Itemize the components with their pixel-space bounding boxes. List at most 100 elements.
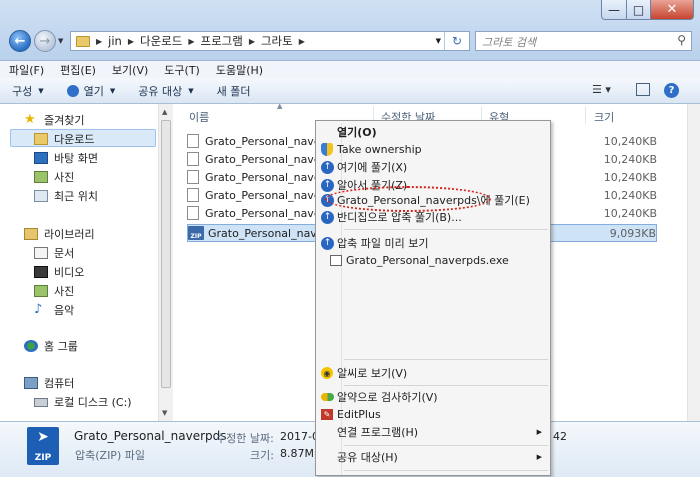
ctx-label: Grato_Personal_naverpds.exe [346, 253, 509, 267]
nav-label: 최근 위치 [54, 190, 98, 203]
sort-ascending-icon: ▲ [277, 102, 283, 110]
menu-separator [344, 385, 548, 386]
menu-separator [344, 229, 548, 230]
minimize-button[interactable]: — [601, 0, 627, 20]
file-size: 10,240KB [603, 206, 657, 220]
nav-label: 바탕 화면 [54, 152, 98, 165]
documents-icon [34, 247, 48, 259]
breadcrumb-chevron-icon[interactable]: ▶ [299, 37, 305, 46]
breadcrumb-segment[interactable]: jin [108, 34, 122, 48]
nav-pictures[interactable]: 사진 [34, 283, 74, 299]
ctx-label: 연결 프로그램(H) [337, 426, 419, 439]
organize-button[interactable]: 구성 ▼ [0, 83, 55, 99]
breadcrumb-segment[interactable]: 그라토 [261, 33, 293, 49]
details-modified-label: 수정한 날짜: [216, 432, 274, 445]
maximize-button[interactable]: □ [626, 0, 651, 20]
refresh-icon[interactable]: ↻ [444, 32, 469, 50]
nav-favorites[interactable]: ★ 즐겨찾기 [24, 112, 84, 128]
nav-label: 컴퓨터 [44, 377, 75, 390]
menu-edit[interactable]: 편집(E) [51, 62, 103, 78]
address-bar[interactable]: ▶ jin ▶ 다운로드 ▶ 프로그램 ▶ 그라토 ▶ ▼ ↻ [70, 31, 470, 51]
nav-label: 로컬 디스크 (C:) [54, 396, 132, 409]
ctx-open[interactable]: 열기(O) [318, 123, 548, 141]
details-modified-value: 2017-0 [280, 430, 319, 443]
breadcrumb-chevron-icon[interactable]: ▶ [249, 37, 255, 46]
back-button[interactable]: ← [9, 30, 31, 52]
file-icon [187, 152, 199, 166]
file-icon [187, 134, 199, 148]
bandizip-icon: ↑ [321, 160, 334, 174]
help-icon[interactable]: ? [664, 83, 679, 98]
close-button[interactable]: ✕ [650, 0, 694, 20]
nav-label: 사진 [54, 171, 75, 184]
dropdown-icon: ▼ [109, 86, 116, 95]
breadcrumb-segment[interactable]: 프로그램 [200, 33, 242, 49]
nav-scrollbar[interactable]: ▲ ▼ [158, 104, 174, 421]
homegroup-icon [24, 340, 38, 352]
new-folder-button[interactable]: 새 폴더 [205, 83, 262, 99]
star-icon: ★ [24, 112, 36, 127]
address-dropdown-icon[interactable]: ▼ [436, 37, 441, 45]
forward-button[interactable]: → [34, 30, 56, 52]
nav-downloads[interactable]: 다운로드 [34, 131, 94, 147]
menu-tools[interactable]: 도구(T) [155, 62, 207, 78]
preview-pane-icon[interactable] [636, 83, 650, 96]
share-with-button[interactable]: 공유 대상 ▼ [126, 83, 204, 99]
submenu-arrow-icon: ▶ [536, 453, 542, 461]
history-dropdown-icon[interactable]: ▼ [58, 37, 63, 45]
ctx-extract-here[interactable]: ↑ 여기에 풀기(X) [318, 158, 548, 176]
menu-help[interactable]: 도움말(H) [207, 62, 270, 78]
nav-local-disk[interactable]: 로컬 디스크 (C:) [34, 394, 132, 410]
column-name[interactable]: 이름 [189, 109, 209, 125]
nav-pictures-fav[interactable]: 사진 [34, 169, 74, 185]
nav-desktop[interactable]: 바탕 화면 [34, 150, 98, 166]
breadcrumb-chevron-icon[interactable]: ▶ [96, 37, 102, 46]
ctx-open-with[interactable]: 연결 프로그램(H) ▶ [318, 423, 548, 441]
scroll-up-icon[interactable]: ▲ [162, 108, 167, 116]
ctx-preview[interactable]: ↑ 압축 파일 미리 보기 [318, 234, 548, 252]
breadcrumb-chevron-icon[interactable]: ▶ [188, 37, 194, 46]
breadcrumb-segment[interactable]: 다운로드 [140, 33, 182, 49]
ctx-take-ownership[interactable]: Take ownership [318, 140, 548, 158]
nav-homegroup[interactable]: 홈 그룹 [24, 338, 78, 354]
library-icon [24, 228, 38, 240]
ctx-scan[interactable]: 알약으로 검사하기(V) [318, 388, 548, 406]
column-size[interactable]: 크기 [594, 109, 614, 125]
menu-file[interactable]: 파일(F) [0, 62, 51, 78]
view-options-icon[interactable]: ☰ ▾ [592, 83, 611, 96]
scroll-down-icon[interactable]: ▼ [162, 409, 167, 417]
ctx-label: EditPlus [337, 407, 381, 421]
breadcrumb-chevron-icon[interactable]: ▶ [128, 37, 134, 46]
ctx-label: 알씨로 보기(V) [337, 367, 408, 380]
scrollbar-thumb[interactable] [161, 120, 171, 388]
new-folder-label: 새 폴더 [216, 84, 251, 98]
ctx-alzip-view[interactable]: ◉ 알씨로 보기(V) [318, 364, 548, 382]
nav-computer[interactable]: 컴퓨터 [24, 375, 74, 391]
nav-documents[interactable]: 문서 [34, 245, 74, 261]
ctx-editplus[interactable]: ✎ EditPlus [318, 405, 548, 423]
exe-icon [330, 254, 342, 266]
nav-videos[interactable]: 비디오 [34, 264, 84, 280]
ctx-preview-file[interactable]: Grato_Personal_naverpds.exe [318, 251, 548, 269]
search-input[interactable]: 그라토 검색 ⚲ [475, 31, 692, 51]
nav-libraries[interactable]: 라이브러리 [24, 226, 95, 242]
file-size: 10,240KB [603, 134, 657, 148]
nav-label: 음악 [54, 304, 75, 317]
nav-music[interactable]: ♪ 음악 [34, 302, 74, 318]
open-button[interactable]: 열기 ▼ [55, 83, 127, 99]
search-placeholder: 그라토 검색 [482, 36, 537, 49]
file-icon [187, 206, 199, 220]
menu-separator [344, 359, 548, 360]
recent-places-icon [34, 190, 48, 202]
forward-arrow-icon: → [39, 33, 51, 49]
file-list-scrollbar[interactable] [687, 104, 700, 421]
open-label: 열기 [83, 84, 104, 98]
nav-recent[interactable]: 최근 위치 [34, 188, 98, 204]
menu-view[interactable]: 보기(V) [103, 62, 155, 78]
bandizip-icon: ↑ [321, 178, 334, 192]
ctx-share-with[interactable]: 공유 대상(H) ▶ [318, 448, 548, 466]
details-partial-value: 42 [553, 430, 567, 443]
search-icon[interactable]: ⚲ [677, 33, 686, 47]
column-divider[interactable] [585, 106, 586, 124]
bolt-icon: ➤ [37, 429, 49, 445]
